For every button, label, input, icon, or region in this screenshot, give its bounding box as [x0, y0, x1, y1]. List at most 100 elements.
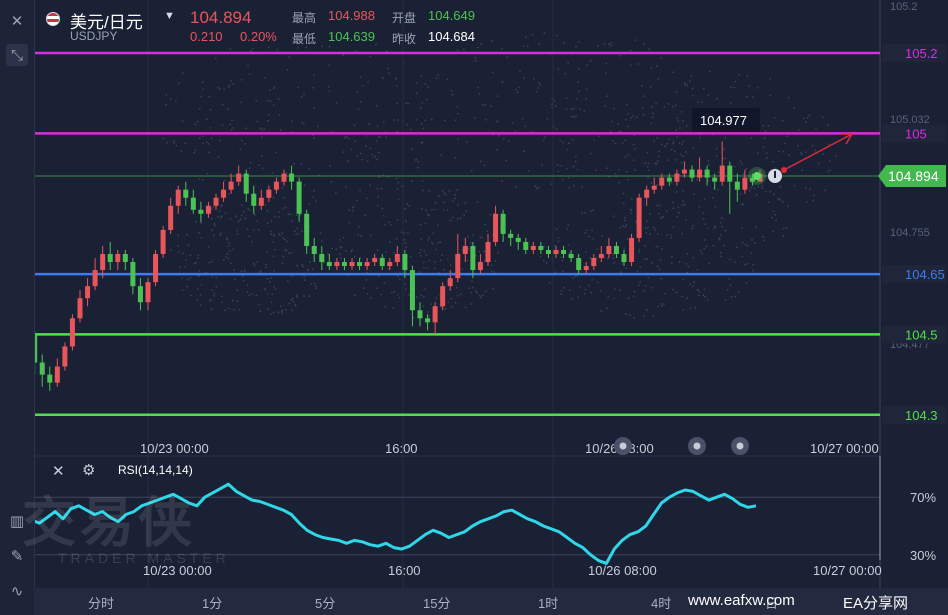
candle-body — [568, 254, 574, 259]
candle-body — [387, 262, 393, 267]
horizontal-level-lines[interactable]: 105.2 105 104.65 104.5 104.3 104.894 — [0, 44, 946, 424]
map-dot — [782, 200, 784, 203]
map-dot — [559, 140, 561, 142]
map-dot — [231, 299, 234, 302]
map-dot — [787, 205, 789, 208]
map-dot — [693, 193, 696, 196]
candle-body — [296, 181, 302, 214]
site-watermark: www.eafxw.com — [688, 592, 795, 609]
map-dot — [539, 255, 542, 258]
map-dot — [484, 104, 486, 106]
candle-body — [697, 169, 703, 178]
map-dot — [273, 235, 276, 238]
map-dot — [206, 172, 209, 175]
map-dot — [415, 82, 418, 84]
map-dot — [393, 119, 395, 121]
candle-body — [213, 197, 219, 206]
map-dot — [716, 97, 718, 100]
map-dot — [419, 106, 422, 109]
chevron-down-icon[interactable]: ▼ — [164, 10, 175, 22]
map-dot — [278, 232, 280, 235]
map-dot — [634, 147, 637, 150]
map-dot — [757, 185, 760, 188]
map-dot — [207, 246, 210, 248]
map-dot — [197, 120, 199, 123]
map-dot — [201, 142, 204, 145]
level-label: 104.3 — [905, 408, 938, 423]
map-dot — [479, 236, 482, 239]
period-tab-4h[interactable]: 4时 — [651, 593, 671, 612]
map-dot — [717, 171, 720, 174]
map-dot — [327, 252, 329, 255]
trend-icon[interactable]: ∿ — [6, 580, 28, 602]
map-dot — [214, 224, 216, 227]
map-dot — [248, 167, 251, 170]
map-dot — [491, 287, 494, 290]
map-dot — [764, 190, 767, 193]
map-dot — [387, 67, 389, 70]
map-dot — [685, 124, 688, 127]
map-dot — [484, 223, 486, 226]
map-dot — [635, 220, 637, 223]
map-dot — [224, 212, 227, 215]
map-dot — [670, 262, 673, 265]
map-dot — [454, 193, 457, 196]
map-dot — [403, 283, 406, 286]
map-dot — [647, 162, 650, 165]
map-dot — [272, 270, 275, 272]
map-dot — [562, 286, 565, 289]
peak-tooltip: 104.977 — [700, 113, 747, 128]
map-dot — [287, 213, 290, 216]
close-icon[interactable]: ✕ — [6, 10, 28, 32]
map-dot — [560, 256, 563, 259]
map-dot — [365, 278, 368, 281]
map-dot — [659, 303, 662, 305]
map-dot — [750, 187, 752, 189]
map-dot — [233, 309, 236, 311]
map-dot — [328, 64, 331, 67]
map-dot — [565, 97, 568, 99]
period-tab-fenshi[interactable]: 分时 — [88, 593, 114, 612]
map-dot — [635, 116, 638, 119]
candle-body — [228, 181, 234, 190]
period-tab-1min[interactable]: 1分 — [202, 593, 222, 612]
map-dot — [612, 215, 615, 218]
candle-body — [160, 229, 166, 254]
map-dot — [269, 89, 272, 92]
map-dot — [581, 211, 583, 214]
map-dot — [590, 291, 593, 294]
settings-icon[interactable]: ⚙ — [82, 461, 95, 479]
candle-body — [190, 197, 196, 210]
collapse-icon[interactable]: ⤡ — [6, 44, 28, 66]
map-dot — [578, 90, 581, 93]
map-dot — [656, 232, 659, 235]
period-tab-1h[interactable]: 1时 — [538, 593, 558, 612]
map-dot — [568, 252, 571, 254]
map-dot — [335, 102, 338, 104]
map-dot — [730, 86, 732, 89]
period-tab-5min[interactable]: 5分 — [315, 593, 335, 612]
map-dot — [424, 288, 427, 290]
map-dot — [381, 207, 384, 210]
map-dot — [543, 245, 546, 248]
map-dot — [658, 268, 661, 271]
map-dot — [418, 271, 421, 273]
candle-body — [357, 262, 363, 267]
map-dot — [691, 94, 694, 97]
map-dot — [420, 142, 423, 144]
candle-body — [659, 177, 665, 186]
map-dot — [623, 216, 626, 219]
map-dot — [407, 232, 409, 235]
map-dot — [315, 287, 317, 290]
period-tab-15min[interactable]: 15分 — [423, 593, 450, 612]
map-dot — [466, 259, 469, 262]
map-dot — [579, 108, 581, 111]
map-dot — [384, 223, 387, 226]
map-dot — [454, 156, 457, 159]
map-dot — [353, 255, 356, 258]
map-dot — [588, 284, 590, 287]
map-dot — [625, 103, 628, 106]
map-dot — [398, 278, 401, 281]
map-dot — [608, 43, 610, 46]
map-dot — [450, 297, 453, 300]
